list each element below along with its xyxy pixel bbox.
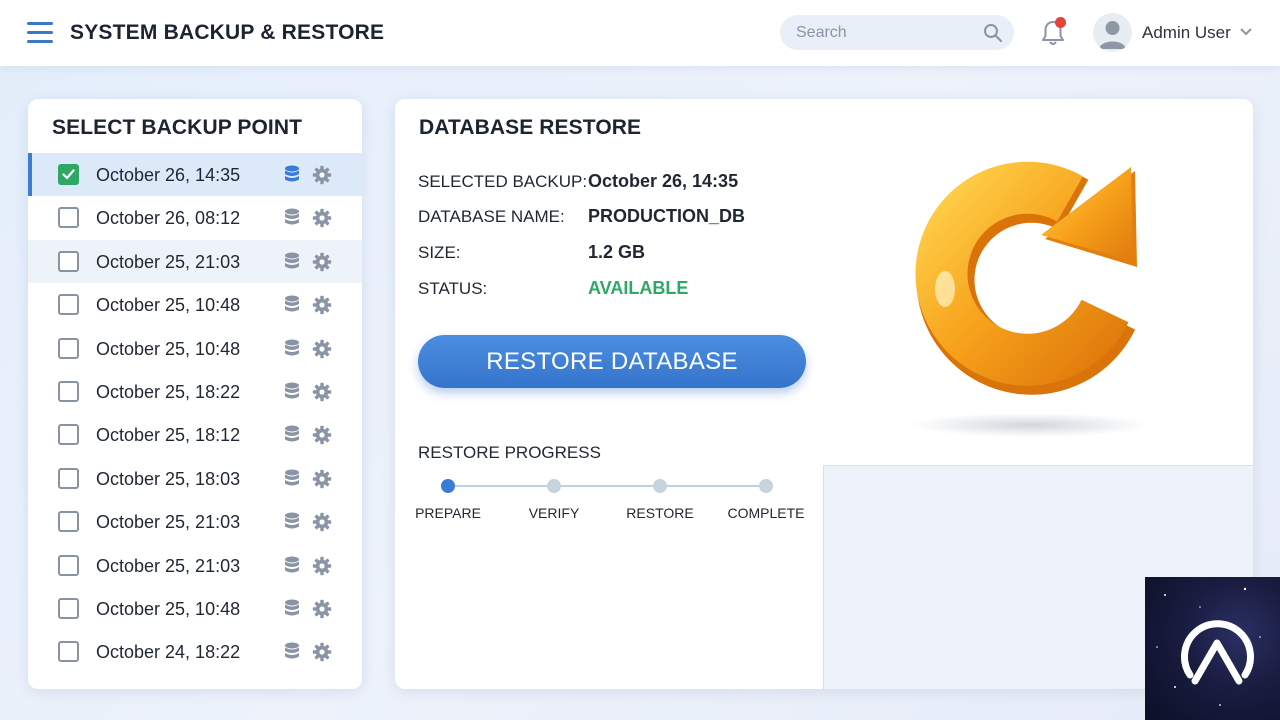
panel-title: DATABASE RESTORE [419, 116, 642, 139]
user-name[interactable]: Admin User [1142, 23, 1231, 43]
gear-icon[interactable] [312, 382, 332, 402]
backup-checkbox[interactable] [58, 554, 79, 576]
database-icon[interactable] [284, 252, 300, 272]
backup-row[interactable]: October 25, 21:03 [28, 500, 362, 543]
chevron-down-icon[interactable] [1239, 27, 1253, 37]
backup-checkbox[interactable] [58, 511, 79, 533]
brand-logo [1145, 577, 1280, 720]
database-restore-panel: DATABASE RESTORE SELECTED BACKUP: Octobe… [395, 99, 1253, 689]
backup-checkbox[interactable] [58, 337, 79, 359]
status-value: AVAILABLE [588, 278, 689, 298]
search-icon[interactable] [983, 23, 1003, 43]
database-icon[interactable] [284, 295, 300, 315]
backup-checkbox[interactable] [58, 250, 79, 272]
backup-label: October 26, 08:12 [96, 208, 241, 229]
backup-row[interactable]: October 25, 21:03 [28, 544, 362, 587]
backup-checkbox[interactable] [58, 641, 79, 663]
backup-checkbox[interactable] [58, 164, 79, 185]
backup-row[interactable]: October 26, 08:12 [28, 196, 362, 239]
gear-icon[interactable] [312, 599, 332, 619]
backup-label: October 25, 10:48 [96, 295, 241, 316]
database-icon[interactable] [284, 642, 300, 662]
user-avatar-icon[interactable] [1093, 13, 1132, 52]
backup-row[interactable]: October 25, 10:48 [28, 327, 362, 370]
database-name-label: DATABASE NAME: [418, 207, 565, 226]
backup-label: October 25, 10:48 [96, 598, 241, 619]
database-icon[interactable] [284, 556, 300, 576]
backup-checkbox[interactable] [58, 467, 79, 489]
backup-row[interactable]: October 25, 18:22 [28, 370, 362, 413]
backup-row[interactable]: October 25, 10:48 [28, 283, 362, 326]
backup-row[interactable]: October 25, 21:03 [28, 239, 362, 284]
gear-icon[interactable] [312, 208, 332, 228]
database-icon[interactable] [284, 599, 300, 619]
progress-step-label: PREPARE [415, 505, 481, 521]
backup-list: October 26, 14:35 October 26, 08:12 Octobe… [28, 153, 362, 674]
app-title: SYSTEM BACKUP & RESTORE [70, 21, 385, 44]
progress-step-dot [441, 479, 455, 493]
backup-label: October 25, 21:03 [96, 512, 241, 533]
backup-label: October 25, 18:03 [96, 468, 241, 489]
progress-step-label: RESTORE [626, 505, 694, 521]
status-label: STATUS: [418, 279, 488, 298]
gear-icon[interactable] [312, 252, 332, 272]
restore-progress-title: RESTORE PROGRESS [418, 443, 601, 462]
backup-label: October 25, 21:03 [96, 251, 241, 272]
database-icon[interactable] [284, 165, 300, 185]
notification-badge [1055, 17, 1066, 28]
gear-icon[interactable] [312, 339, 332, 359]
backup-row[interactable]: October 25, 18:12 [28, 413, 362, 456]
backup-label: October 25, 18:12 [96, 425, 241, 446]
hamburger-menu-icon[interactable] [27, 22, 53, 44]
size-label: SIZE: [418, 243, 461, 262]
selected-backup-label: SELECTED BACKUP: [418, 172, 588, 191]
database-icon[interactable] [284, 339, 300, 359]
backup-label: October 25, 18:22 [96, 381, 241, 402]
progress-step-dot [547, 479, 561, 493]
progress-step-label: COMPLETE [727, 505, 805, 521]
progress-step-label: VERIFY [528, 505, 580, 521]
panel-title: SELECT BACKUP POINT [52, 116, 303, 139]
backup-row[interactable]: October 26, 14:35 [28, 153, 362, 197]
backup-label: October 25, 21:03 [96, 555, 241, 576]
gear-icon[interactable] [312, 469, 332, 489]
backup-checkbox[interactable] [58, 597, 79, 619]
backup-row[interactable]: October 25, 18:03 [28, 457, 362, 500]
gear-icon[interactable] [312, 556, 332, 576]
backup-label: October 26, 14:35 [96, 165, 241, 185]
size-value: 1.2 GB [588, 242, 646, 262]
refresh-arrow-icon [910, 161, 1150, 437]
progress-track [448, 485, 766, 487]
backup-checkbox[interactable] [58, 294, 79, 316]
backup-row[interactable]: October 24, 18:22 [28, 630, 362, 673]
backup-checkbox[interactable] [58, 424, 79, 446]
database-icon[interactable] [284, 512, 300, 532]
progress-step-dot [759, 479, 773, 493]
top-bar: SYSTEM BACKUP & RESTORE Admin User [0, 0, 1280, 66]
gear-icon[interactable] [312, 295, 332, 315]
search-bar[interactable] [780, 15, 1014, 50]
gear-icon[interactable] [312, 425, 332, 445]
progress-step-dot [653, 479, 667, 493]
database-name-value: PRODUCTION_DB [588, 206, 746, 226]
backup-checkbox[interactable] [58, 380, 79, 402]
gear-icon[interactable] [312, 512, 332, 532]
gear-icon[interactable] [312, 165, 332, 185]
selected-backup-value: October 26, 14:35 [588, 171, 739, 191]
backup-label: October 25, 10:48 [96, 338, 241, 359]
backup-row[interactable]: October 25, 10:48 [28, 587, 362, 630]
database-icon[interactable] [284, 469, 300, 489]
database-icon[interactable] [284, 425, 300, 445]
search-input[interactable] [796, 21, 976, 44]
database-icon[interactable] [284, 382, 300, 402]
backup-point-panel: SELECT BACKUP POINT October 26, 14:35 Oct… [28, 99, 362, 689]
backup-label: October 24, 18:22 [96, 642, 241, 663]
backup-checkbox[interactable] [58, 207, 79, 229]
restore-database-button[interactable]: RESTORE DATABASE [418, 335, 806, 388]
database-icon[interactable] [284, 208, 300, 228]
gear-icon[interactable] [312, 642, 332, 662]
